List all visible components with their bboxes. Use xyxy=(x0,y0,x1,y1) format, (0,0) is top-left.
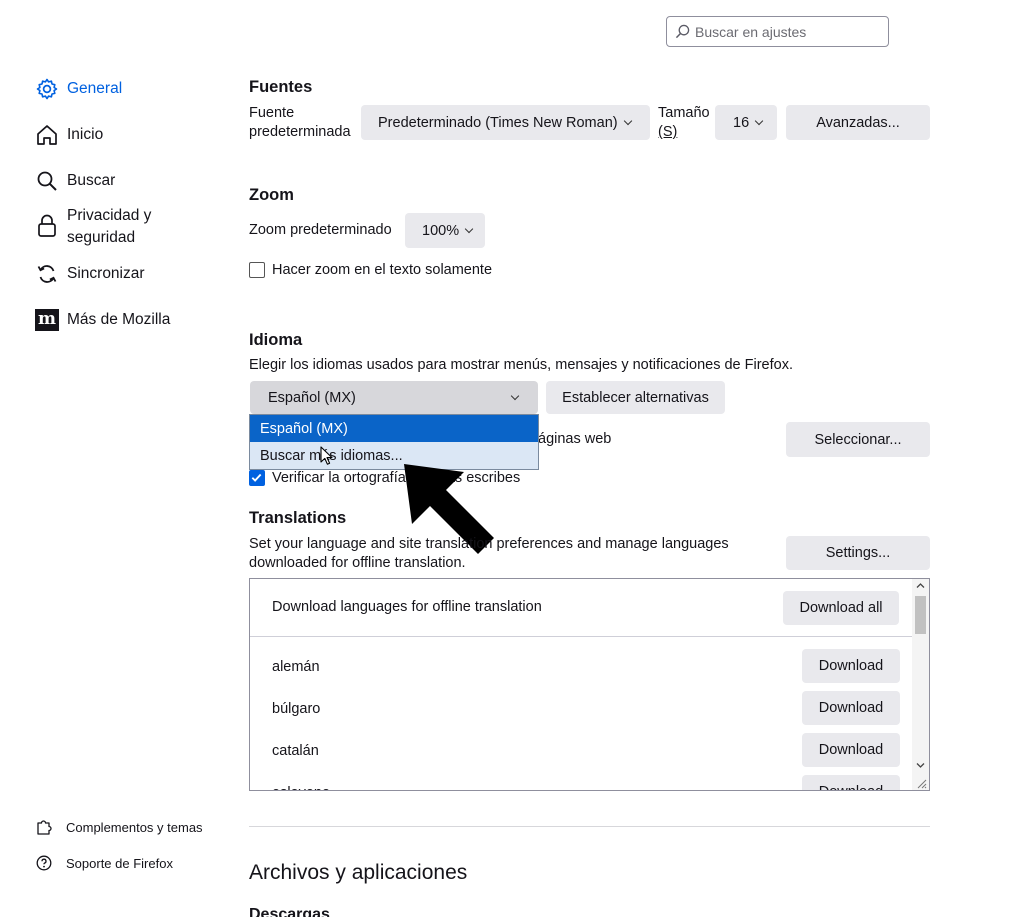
settings-search-box[interactable]: Buscar en ajustes xyxy=(666,16,889,47)
choose-languages-button[interactable]: Seleccionar... xyxy=(786,422,930,457)
panel-scrollbar[interactable] xyxy=(912,579,929,790)
gear-icon xyxy=(34,76,60,102)
language-select[interactable]: Español (MX) xyxy=(250,381,538,414)
sidebar-item-label: Sincronizar xyxy=(67,265,145,282)
mozilla-icon: m xyxy=(34,307,60,333)
search-icon xyxy=(34,168,60,194)
default-font-label: Fuente predeterminada xyxy=(249,104,351,142)
download-button[interactable]: Download xyxy=(802,775,900,790)
set-alternatives-button[interactable]: Establecer alternativas xyxy=(546,381,725,414)
download-button[interactable]: Download xyxy=(802,733,900,767)
language-name: esloveno xyxy=(272,785,330,790)
spellcheck-label: Verificar la ortografía xyxy=(272,470,406,486)
languages-list: alemán Download búlgaro Download catalán… xyxy=(250,649,912,790)
mouse-cursor-icon xyxy=(320,446,333,465)
font-size-value: 16 xyxy=(733,114,750,131)
translations-settings-button[interactable]: Settings... xyxy=(786,536,930,570)
dropdown-option-selected[interactable]: Español (MX) xyxy=(250,415,538,442)
sidebar-item-mozilla[interactable]: m Más de Mozilla xyxy=(34,307,170,333)
font-size-label-line1: Tamaño xyxy=(658,105,710,121)
search-input-placeholder: Buscar en ajustes xyxy=(695,24,807,40)
help-icon xyxy=(36,855,52,871)
zoom-text-only-checkbox[interactable] xyxy=(249,262,265,278)
sidebar-item-label: General xyxy=(67,80,123,97)
panel-header: Download languages for offline translati… xyxy=(250,579,912,637)
default-font-label-line2: predeterminada xyxy=(249,124,351,140)
chevron-down-icon xyxy=(464,224,474,233)
panel-header-label: Download languages for offline translati… xyxy=(272,599,542,615)
dropdown-option-label: Español (MX) xyxy=(260,421,348,437)
sidebar-item-sync[interactable]: Sincronizar xyxy=(34,261,145,287)
sidebar-item-label: Inicio xyxy=(67,126,104,143)
zoom-text-only-label: Hacer zoom en el texto solamente xyxy=(272,262,493,278)
addons-link: Complementos y temas xyxy=(66,819,203,835)
default-font-select[interactable]: Predeterminado (Times New Roman) xyxy=(361,105,650,140)
sidebar-footer-support[interactable]: Soporte de Firefox xyxy=(36,855,173,871)
scroll-up-icon[interactable] xyxy=(916,582,925,589)
language-description: Elegir los idiomas usados para mostrar m… xyxy=(249,357,793,373)
language-name: búlgaro xyxy=(272,701,321,717)
language-name: alemán xyxy=(272,659,320,675)
default-font-value: Predeterminado (Times New Roman) xyxy=(378,114,618,131)
checkmark-icon xyxy=(251,473,262,482)
sidebar-item-label: Privacidad y seguridad xyxy=(67,207,152,246)
download-button[interactable]: Download xyxy=(802,691,900,725)
lock-icon xyxy=(34,213,60,239)
translations-description-line2: downloaded for offline translation. xyxy=(249,555,466,571)
scrollbar-thumb[interactable] xyxy=(915,596,926,634)
list-item: esloveno Download xyxy=(250,775,912,790)
font-size-label-line2: (S) xyxy=(658,124,678,140)
list-item: búlgaro Download xyxy=(250,691,912,733)
default-zoom-select[interactable]: 100% xyxy=(405,213,485,248)
fonts-heading: Fuentes xyxy=(249,78,313,96)
search-icon xyxy=(675,24,690,39)
downloads-heading: Descargas xyxy=(249,906,330,917)
default-font-label-line1: Fuente xyxy=(249,105,295,121)
language-heading: Idioma xyxy=(249,331,303,349)
default-zoom-label: Zoom predeterminado xyxy=(249,222,392,238)
resize-grip-icon[interactable] xyxy=(915,777,927,789)
sidebar-item-privacy[interactable]: Privacidad y seguridad xyxy=(34,205,177,249)
language-name: catalán xyxy=(272,743,319,759)
sidebar-item-search[interactable]: Buscar xyxy=(34,168,115,194)
puzzle-icon xyxy=(37,820,52,835)
default-zoom-value: 100% xyxy=(422,222,460,239)
advanced-fonts-button[interactable]: Avanzadas... xyxy=(786,105,930,140)
support-link: Soporte de Firefox xyxy=(66,855,173,871)
translations-description: Set your language and site translation p… xyxy=(249,535,729,573)
download-all-button[interactable]: Download all xyxy=(783,591,899,625)
sidebar-item-general[interactable]: General xyxy=(34,76,122,102)
font-size-select[interactable]: 16 xyxy=(715,105,777,140)
list-item: alemán Download xyxy=(250,649,912,691)
font-size-label: Tamaño (S) xyxy=(658,104,710,142)
chevron-down-icon xyxy=(754,116,764,125)
download-button[interactable]: Download xyxy=(802,649,900,683)
translations-description-line1: Set your language and site translation p… xyxy=(249,536,729,552)
language-select-value: Español (MX) xyxy=(268,389,356,406)
chevron-down-icon xyxy=(510,391,520,401)
pages-language-label: áginas web xyxy=(538,431,612,447)
zoom-heading: Zoom xyxy=(249,186,294,204)
spellcheck-checkbox[interactable] xyxy=(249,470,265,486)
sidebar-item-label: Más de Mozilla xyxy=(67,311,171,328)
sidebar-item-label: Buscar xyxy=(67,172,116,189)
list-item: catalán Download xyxy=(250,733,912,775)
section-divider xyxy=(249,826,930,827)
sidebar-footer-addons[interactable]: Complementos y temas xyxy=(36,818,203,836)
offline-languages-panel: Download languages for offline translati… xyxy=(249,578,930,791)
sidebar-item-home[interactable]: Inicio xyxy=(34,122,103,148)
scroll-down-icon[interactable] xyxy=(916,762,925,769)
files-apps-heading: Archivos y aplicaciones xyxy=(249,861,468,884)
home-icon xyxy=(34,122,60,148)
translations-heading: Translations xyxy=(249,509,347,527)
sync-icon xyxy=(34,261,60,287)
chevron-down-icon xyxy=(623,116,632,125)
